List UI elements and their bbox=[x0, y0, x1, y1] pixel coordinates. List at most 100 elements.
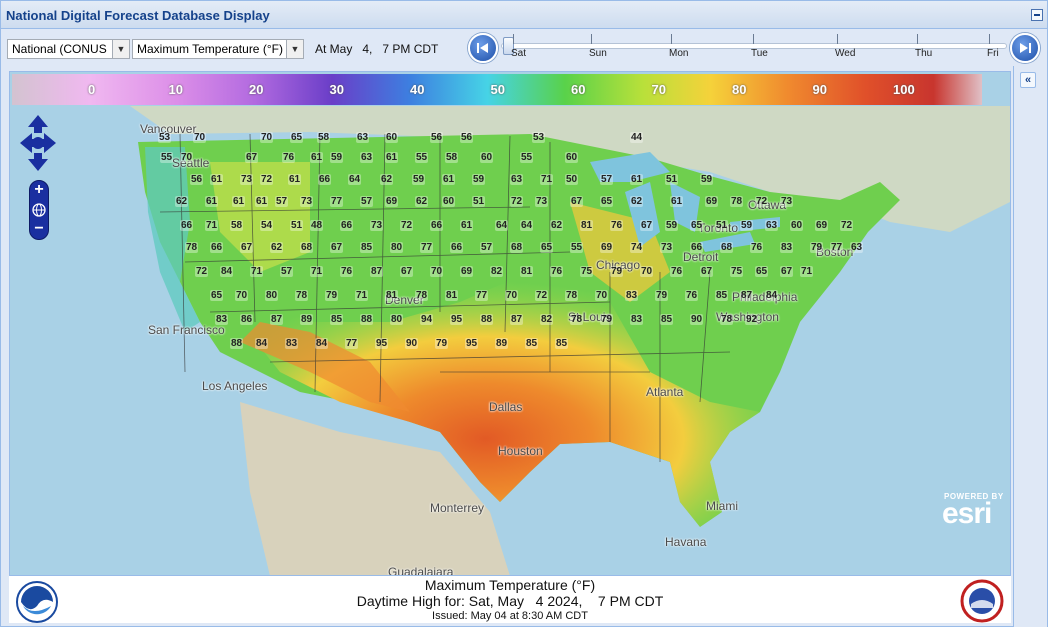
temperature-marker[interactable]: 64 bbox=[348, 174, 362, 185]
temperature-marker[interactable]: 63 bbox=[510, 174, 524, 185]
temperature-marker[interactable]: 84 bbox=[315, 338, 329, 349]
temperature-marker[interactable]: 48 bbox=[310, 220, 324, 231]
temperature-marker[interactable]: 70 bbox=[235, 290, 249, 301]
temperature-marker[interactable]: 51 bbox=[290, 220, 304, 231]
temperature-marker[interactable]: 67 bbox=[240, 242, 254, 253]
temperature-marker[interactable]: 76 bbox=[340, 266, 354, 277]
temperature-marker[interactable]: 80 bbox=[390, 314, 404, 325]
temperature-marker[interactable]: 61 bbox=[460, 220, 474, 231]
temperature-marker[interactable]: 58 bbox=[445, 152, 459, 163]
temperature-marker[interactable]: 75 bbox=[580, 266, 594, 277]
temperature-marker[interactable]: 66 bbox=[430, 220, 444, 231]
timeline-day-label[interactable]: Sun bbox=[589, 48, 607, 59]
temperature-marker[interactable]: 89 bbox=[495, 338, 509, 349]
temperature-marker[interactable]: 71 bbox=[355, 290, 369, 301]
temperature-marker[interactable]: 72 bbox=[195, 266, 209, 277]
temperature-marker[interactable]: 66 bbox=[450, 242, 464, 253]
temperature-marker[interactable]: 69 bbox=[460, 266, 474, 277]
timeline-day-label[interactable]: Tue bbox=[751, 48, 768, 59]
temperature-marker[interactable]: 77 bbox=[420, 242, 434, 253]
temperature-marker[interactable]: 68 bbox=[300, 242, 314, 253]
temperature-marker[interactable]: 80 bbox=[390, 242, 404, 253]
temperature-marker[interactable]: 68 bbox=[510, 242, 524, 253]
temperature-marker[interactable]: 83 bbox=[215, 314, 229, 325]
temperature-marker[interactable]: 55 bbox=[415, 152, 429, 163]
temperature-marker[interactable]: 60 bbox=[442, 196, 456, 207]
temperature-marker[interactable]: 80 bbox=[265, 290, 279, 301]
temperature-marker[interactable]: 85 bbox=[330, 314, 344, 325]
temperature-marker[interactable]: 53 bbox=[532, 132, 546, 143]
temperature-marker[interactable]: 73 bbox=[370, 220, 384, 231]
temperature-marker[interactable]: 81 bbox=[385, 290, 399, 301]
temperature-marker[interactable]: 62 bbox=[415, 196, 429, 207]
temperature-marker[interactable]: 71 bbox=[205, 220, 219, 231]
temperature-marker[interactable]: 81 bbox=[580, 220, 594, 231]
pan-control[interactable] bbox=[20, 115, 56, 171]
temperature-marker[interactable]: 79 bbox=[810, 242, 824, 253]
temperature-marker[interactable]: 59 bbox=[665, 220, 679, 231]
temperature-marker[interactable]: 66 bbox=[340, 220, 354, 231]
temperature-marker[interactable]: 65 bbox=[600, 196, 614, 207]
temperature-marker[interactable]: 69 bbox=[815, 220, 829, 231]
timeline-day-label[interactable]: Mon bbox=[669, 48, 688, 59]
temperature-marker[interactable]: 69 bbox=[385, 196, 399, 207]
temperature-marker[interactable]: 59 bbox=[472, 174, 486, 185]
temperature-marker[interactable]: 81 bbox=[445, 290, 459, 301]
temperature-marker[interactable]: 83 bbox=[625, 290, 639, 301]
temperature-marker[interactable]: 67 bbox=[700, 266, 714, 277]
temperature-marker[interactable]: 67 bbox=[570, 196, 584, 207]
temperature-marker[interactable]: 70 bbox=[260, 132, 274, 143]
temperature-marker[interactable]: 51 bbox=[665, 174, 679, 185]
temperature-marker[interactable]: 72 bbox=[400, 220, 414, 231]
temperature-marker[interactable]: 56 bbox=[460, 132, 474, 143]
temperature-marker[interactable]: 64 bbox=[495, 220, 509, 231]
temperature-marker[interactable]: 65 bbox=[755, 266, 769, 277]
temperature-marker[interactable]: 67 bbox=[330, 242, 344, 253]
temperature-marker[interactable]: 53 bbox=[158, 132, 172, 143]
temperature-marker[interactable]: 79 bbox=[610, 266, 624, 277]
temperature-marker[interactable]: 67 bbox=[640, 220, 654, 231]
temperature-marker[interactable]: 88 bbox=[360, 314, 374, 325]
temperature-marker[interactable]: 88 bbox=[230, 338, 244, 349]
temperature-marker[interactable]: 76 bbox=[282, 152, 296, 163]
temperature-marker[interactable]: 85 bbox=[660, 314, 674, 325]
temperature-marker[interactable]: 70 bbox=[640, 266, 654, 277]
temperature-marker[interactable]: 63 bbox=[360, 152, 374, 163]
temperature-marker[interactable]: 66 bbox=[690, 242, 704, 253]
zoom-out-icon[interactable]: − bbox=[31, 221, 47, 237]
temperature-marker[interactable]: 85 bbox=[360, 242, 374, 253]
temperature-marker[interactable]: 58 bbox=[317, 132, 331, 143]
temperature-marker[interactable]: 69 bbox=[600, 242, 614, 253]
temperature-marker[interactable]: 55 bbox=[570, 242, 584, 253]
temperature-marker[interactable]: 95 bbox=[375, 338, 389, 349]
zoom-in-icon[interactable]: + bbox=[31, 182, 47, 198]
temperature-marker[interactable]: 60 bbox=[480, 152, 494, 163]
temperature-marker[interactable]: 73 bbox=[300, 196, 314, 207]
temperature-marker[interactable]: 51 bbox=[472, 196, 486, 207]
time-slider[interactable]: Sat Sun Mon Tue Wed Thu Fri bbox=[501, 34, 1007, 62]
temperature-marker[interactable]: 57 bbox=[280, 266, 294, 277]
temperature-marker[interactable]: 57 bbox=[275, 196, 289, 207]
temperature-marker[interactable]: 57 bbox=[360, 196, 374, 207]
temperature-marker[interactable]: 73 bbox=[660, 242, 674, 253]
temperature-marker[interactable]: 55 bbox=[520, 152, 534, 163]
temperature-marker[interactable]: 70 bbox=[595, 290, 609, 301]
temperature-marker[interactable]: 72 bbox=[510, 196, 524, 207]
temperature-marker[interactable]: 54 bbox=[260, 220, 274, 231]
temperature-marker[interactable]: 76 bbox=[685, 290, 699, 301]
temperature-marker[interactable]: 62 bbox=[630, 196, 644, 207]
collapse-panel-button[interactable] bbox=[1031, 9, 1043, 21]
temperature-marker[interactable]: 71 bbox=[310, 266, 324, 277]
temperature-marker[interactable]: 65 bbox=[210, 290, 224, 301]
temperature-marker[interactable]: 95 bbox=[450, 314, 464, 325]
temperature-marker[interactable]: 56 bbox=[430, 132, 444, 143]
temperature-marker[interactable]: 72 bbox=[755, 196, 769, 207]
temperature-marker[interactable]: 85 bbox=[555, 338, 569, 349]
temperature-marker[interactable]: 83 bbox=[780, 242, 794, 253]
temperature-marker[interactable]: 78 bbox=[565, 290, 579, 301]
temperature-marker[interactable]: 87 bbox=[370, 266, 384, 277]
temperature-marker[interactable]: 61 bbox=[670, 196, 684, 207]
temperature-marker[interactable]: 70 bbox=[180, 152, 194, 163]
temperature-marker[interactable]: 67 bbox=[400, 266, 414, 277]
temperature-marker[interactable]: 76 bbox=[550, 266, 564, 277]
